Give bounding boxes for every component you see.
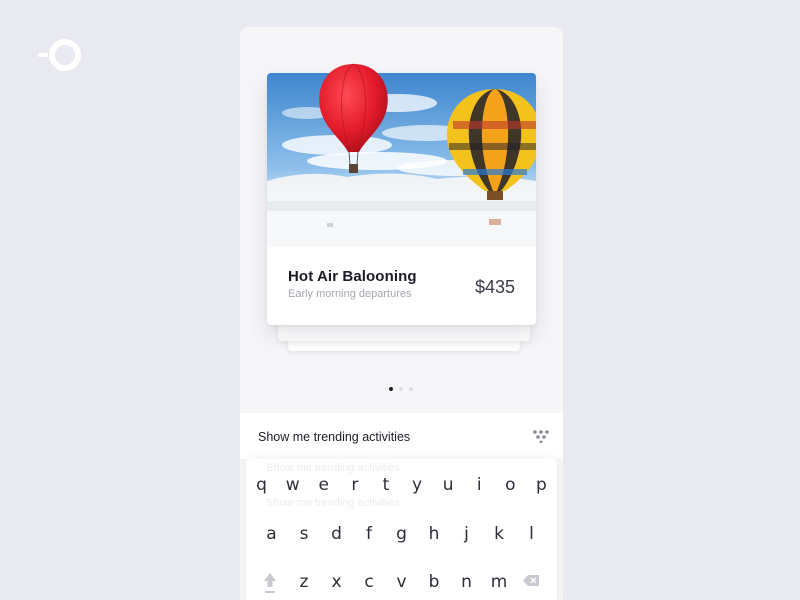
key[interactable]: f [353, 524, 386, 544]
key[interactable]: p [526, 475, 557, 495]
backspace-icon[interactable] [523, 575, 539, 586]
key[interactable]: a [255, 524, 288, 544]
key[interactable]: d [320, 524, 353, 544]
phone-screen: Hot Air Balooning Early morning departur… [240, 27, 563, 600]
key[interactable]: b [418, 572, 451, 592]
shift-arrow-icon[interactable] [263, 572, 277, 594]
key[interactable]: t [370, 475, 401, 495]
ghost-suggestion: Show me trending activities [266, 462, 400, 474]
activity-card[interactable]: Hot Air Balooning Early morning departur… [267, 63, 536, 325]
key-row: z x c v b n m [246, 572, 557, 592]
key[interactable]: k [483, 524, 516, 544]
key[interactable]: u [433, 475, 464, 495]
key[interactable]: x [320, 572, 353, 592]
query-input-bar[interactable]: Show me trending activities [240, 413, 563, 459]
ring-logo-icon [38, 39, 81, 71]
key[interactable]: l [515, 524, 548, 544]
activity-title: Hot Air Balooning [288, 268, 417, 285]
red-balloon-image [319, 63, 388, 173]
key[interactable]: j [450, 524, 483, 544]
key-row: a s d f g h j k l [246, 524, 557, 544]
pager-dots [389, 387, 413, 391]
key[interactable]: c [353, 572, 386, 592]
key[interactable]: r [339, 475, 370, 495]
key[interactable]: o [495, 475, 526, 495]
key[interactable]: v [385, 572, 418, 592]
key[interactable]: m [483, 572, 516, 592]
key-row: q w e r t y u i o p [246, 475, 557, 495]
activity-subtitle: Early morning departures [288, 288, 412, 300]
dots-triangle-icon[interactable] [532, 429, 550, 443]
on-screen-keyboard: Show me trending activities Show me tren… [246, 459, 557, 600]
pager-dot[interactable] [409, 387, 413, 391]
key[interactable]: g [385, 524, 418, 544]
key[interactable]: z [288, 572, 321, 592]
key[interactable]: q [246, 475, 277, 495]
activity-price: $435 [474, 277, 515, 297]
key[interactable]: e [308, 475, 339, 495]
activity-photo [267, 73, 536, 247]
key[interactable]: w [277, 475, 308, 495]
key[interactable]: i [464, 475, 495, 495]
query-input[interactable]: Show me trending activities [258, 430, 410, 444]
key[interactable]: n [450, 572, 483, 592]
key[interactable]: y [402, 475, 433, 495]
key[interactable]: h [418, 524, 451, 544]
ghost-suggestion: Show me trending activities [266, 497, 400, 509]
pager-dot-active[interactable] [389, 387, 393, 391]
key[interactable]: s [288, 524, 321, 544]
pager-dot[interactable] [399, 387, 403, 391]
